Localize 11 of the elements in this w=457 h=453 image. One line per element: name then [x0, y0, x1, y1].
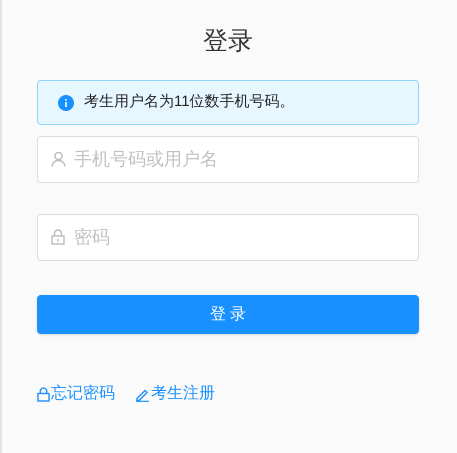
username-field[interactable]: 手机号码或用户名: [37, 136, 419, 183]
password-field[interactable]: 密码: [37, 214, 419, 261]
lock-icon: [37, 386, 50, 402]
login-button[interactable]: 登 录: [37, 295, 419, 334]
register-link[interactable]: 考生注册: [135, 382, 215, 406]
alert-text: 考生用户名为11位数手机号码。: [84, 92, 295, 112]
user-icon: [51, 151, 66, 167]
login-title: 登录: [203, 26, 253, 57]
lock-icon: [51, 229, 65, 245]
forgot-password-link[interactable]: 忘记密码: [37, 382, 115, 406]
info-icon: [58, 94, 74, 110]
